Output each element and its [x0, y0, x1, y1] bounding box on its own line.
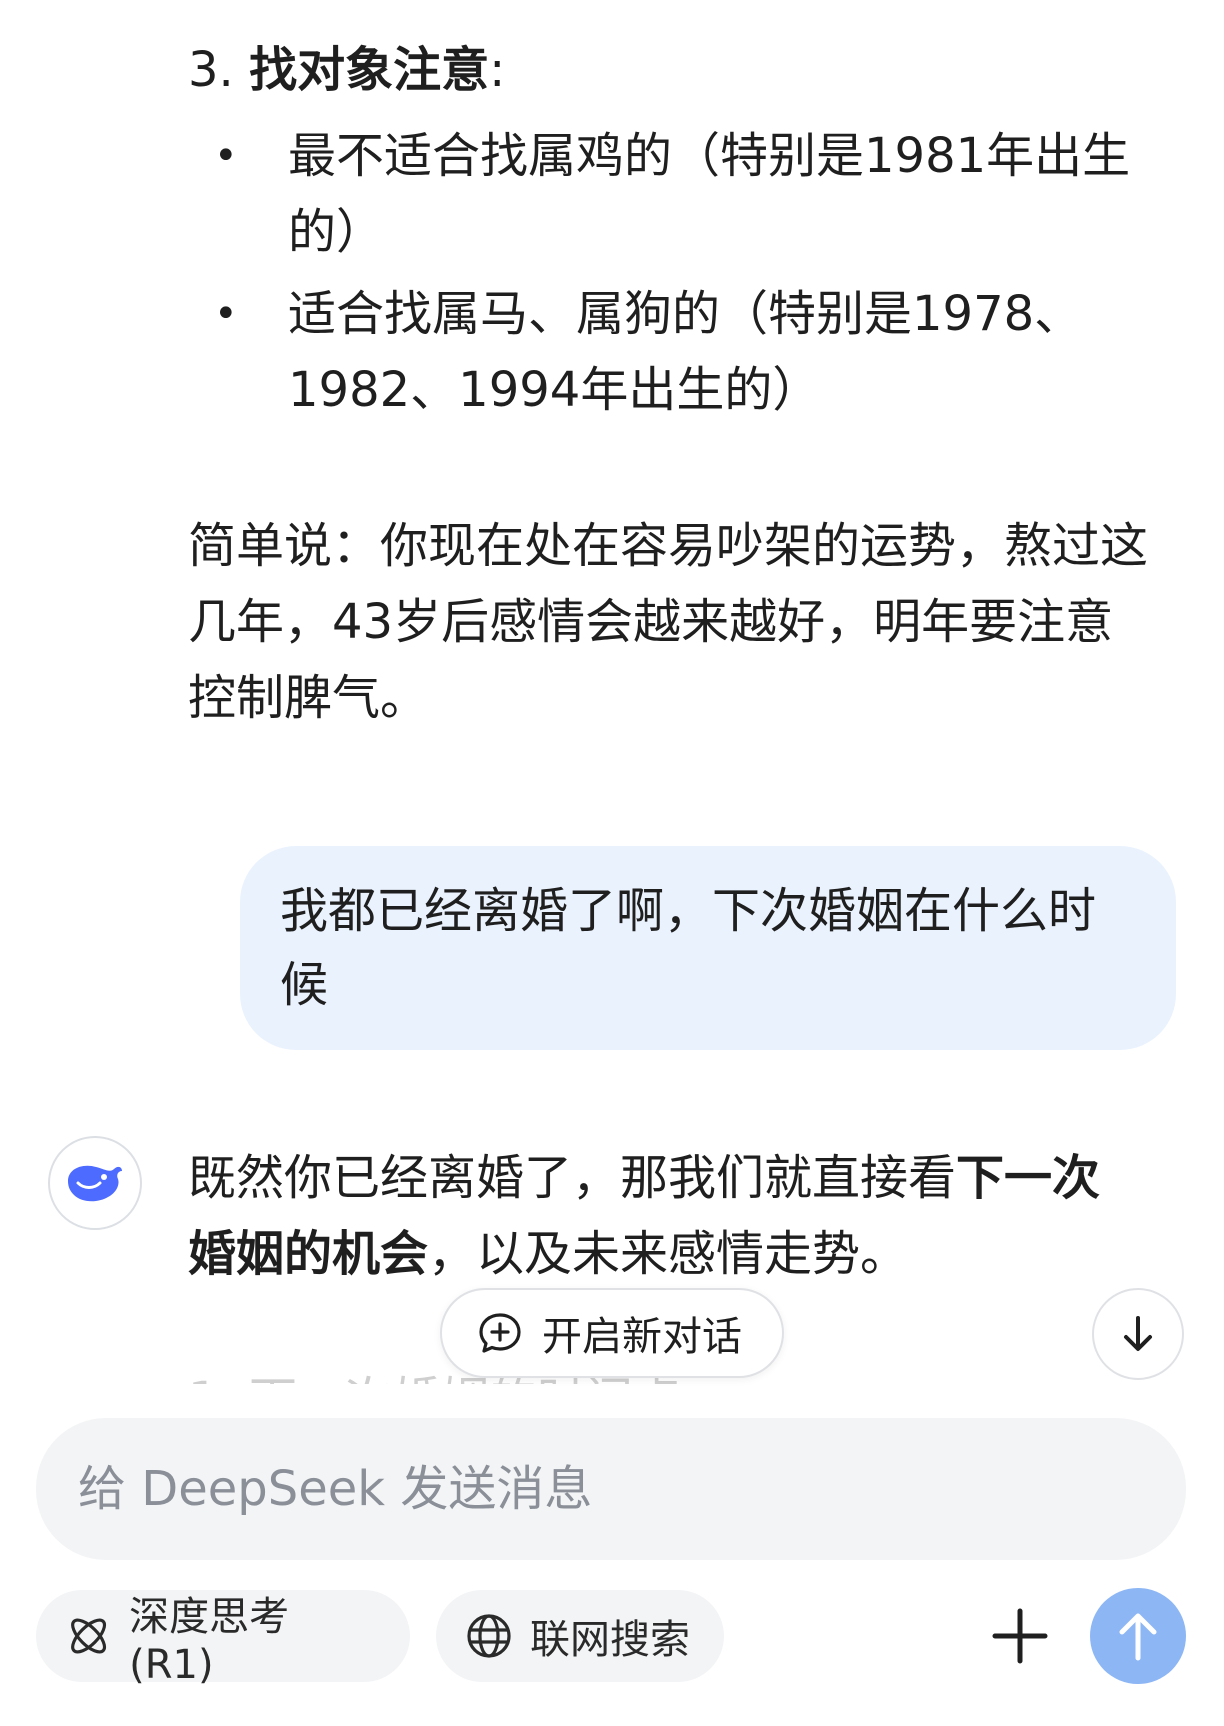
new-chat-button[interactable]: 开启新对话: [440, 1288, 784, 1378]
user-message-text: 我都已经离婚了啊，下次婚姻在什么时候: [280, 883, 1097, 1013]
send-button[interactable]: [1090, 1588, 1186, 1684]
deepseek-whale-icon: [68, 1165, 122, 1202]
section-heading: 3. 找对象注意:: [188, 40, 505, 100]
web-search-toggle[interactable]: 联网搜索: [436, 1590, 724, 1682]
plus-icon: [992, 1608, 1048, 1664]
reply-text-end: ，以及未来感情走势。: [428, 1226, 909, 1282]
section-title: 找对象注意: [249, 42, 490, 98]
summary-paragraph: 简单说：你现在处在容易吵架的运势，熬过这几年，43岁后感情会越来越好，明年要注意…: [188, 518, 1149, 726]
message-composer: [36, 1418, 1186, 1560]
arrow-up-icon: [1119, 1613, 1157, 1661]
deep-think-toggle[interactable]: 深度思考 (R1): [36, 1590, 410, 1688]
section-colon: :: [489, 42, 506, 98]
list-item: 适合找属马、属狗的（特别是1978、1982、1994年出生的）: [214, 276, 1148, 428]
deep-think-label: 深度思考 (R1): [129, 1594, 290, 1688]
message-input[interactable]: [76, 1460, 1146, 1518]
bullet-text: 最不适合找属鸡的（特别是1981年出生的）: [288, 128, 1131, 260]
reply-text: 既然你已经离婚了，那我们就直接看: [188, 1150, 957, 1206]
web-search-label: 联网搜索: [530, 1617, 690, 1663]
attach-button[interactable]: [984, 1600, 1056, 1672]
assistant-avatar: [48, 1136, 142, 1230]
atom-icon: [71, 1618, 107, 1654]
chat-plus-icon: [479, 1313, 521, 1353]
list-item: 最不适合找属鸡的（特别是1981年出生的）: [214, 118, 1148, 270]
globe-icon: [467, 1614, 511, 1658]
user-message-bubble: 我都已经离婚了啊，下次婚姻在什么时候: [240, 846, 1176, 1050]
new-chat-label: 开启新对话: [542, 1314, 742, 1360]
bullet-text: 适合找属马、属狗的（特别是1978、1982、1994年出生的）: [288, 286, 1083, 418]
assistant-reply: 既然你已经离婚了，那我们就直接看下一次婚姻的机会，以及未来感情走势。: [188, 1140, 1148, 1292]
section-number: 3.: [188, 42, 234, 98]
scroll-to-bottom-button[interactable]: [1092, 1288, 1184, 1380]
arrow-down-icon: [1124, 1316, 1152, 1351]
